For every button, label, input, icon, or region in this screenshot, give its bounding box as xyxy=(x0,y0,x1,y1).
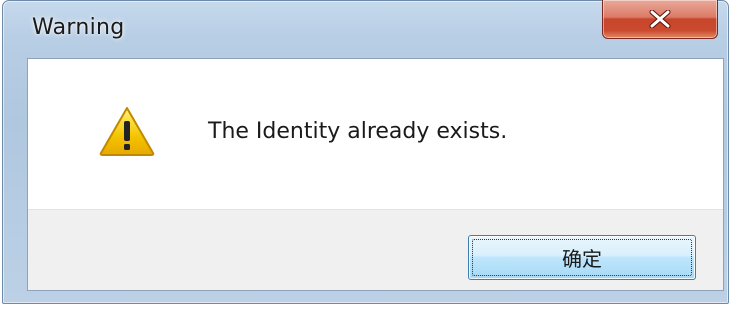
warning-icon xyxy=(98,105,156,157)
dialog-content: The Identity already exists. 确定 xyxy=(27,58,724,291)
close-button[interactable] xyxy=(602,0,718,39)
close-icon xyxy=(649,10,671,28)
ok-button-label: 确定 xyxy=(562,247,602,271)
title-bar[interactable]: Warning xyxy=(3,0,728,55)
message-area: The Identity already exists. xyxy=(28,59,723,209)
warning-message: The Identity already exists. xyxy=(208,119,508,144)
ok-button[interactable]: 确定 xyxy=(468,235,696,280)
button-bar: 确定 xyxy=(28,209,723,290)
warning-dialog: Warning The Identity already exists. 确定 xyxy=(2,0,729,304)
dialog-title: Warning xyxy=(32,15,125,40)
